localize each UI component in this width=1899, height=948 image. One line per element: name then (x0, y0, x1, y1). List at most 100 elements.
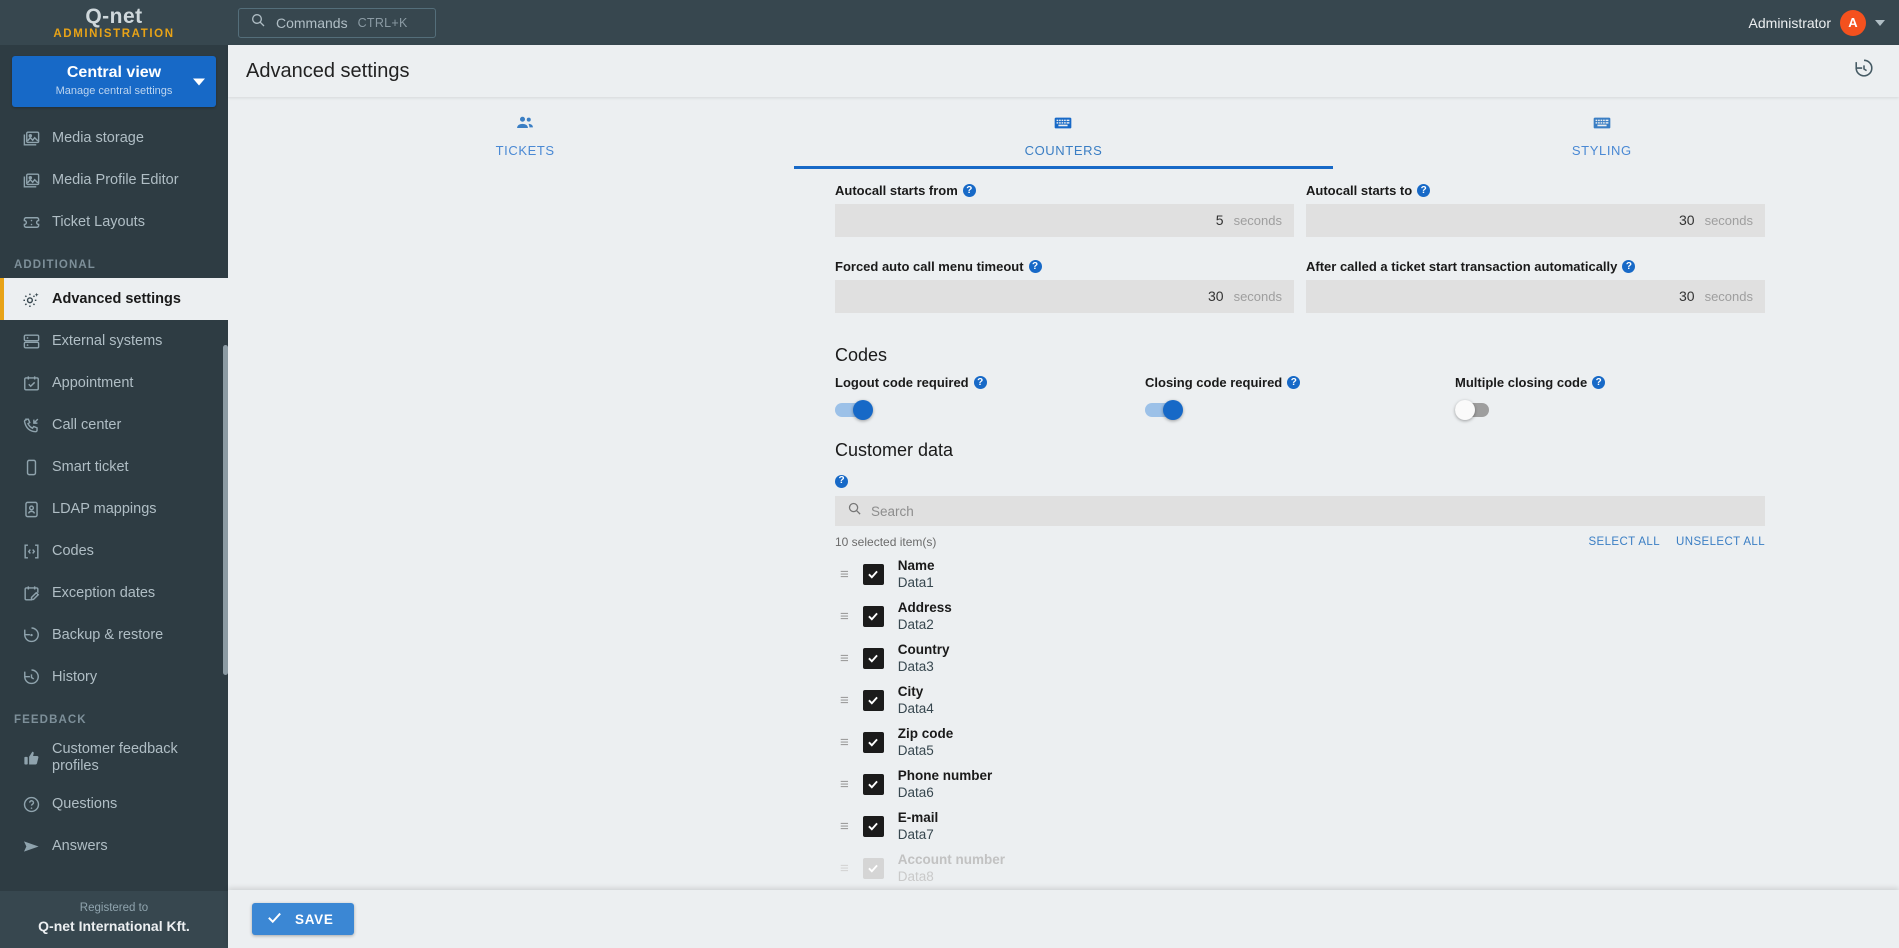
list-item[interactable]: ≡ Name Data1 (835, 553, 1765, 595)
sidebar-item-exception-dates[interactable]: Exception dates (0, 572, 228, 614)
multiple-closing-code-toggle[interactable] (1455, 400, 1499, 420)
field-autocall-starts-to: Autocall starts to ? 30 seconds (1306, 183, 1765, 237)
list-item-texts: Name Data1 (898, 557, 935, 591)
input-unit: seconds (1233, 288, 1282, 304)
drag-handle-icon[interactable]: ≡ (840, 693, 849, 708)
after-called-start-transaction-input[interactable]: 30 seconds (1306, 280, 1765, 313)
search-icon (847, 501, 862, 521)
sidebar-item-codes[interactable]: Codes (0, 530, 228, 572)
help-icon[interactable]: ? (1592, 376, 1606, 389)
sidebar-item-smart-ticket[interactable]: Smart ticket (0, 446, 228, 488)
help-icon[interactable]: ? (962, 184, 976, 197)
list-item[interactable]: ≡ Address Data2 (835, 595, 1765, 637)
calendar-check-icon (22, 372, 52, 394)
toggle-knob (1163, 400, 1183, 420)
history-clock-icon (22, 666, 52, 688)
drag-handle-icon[interactable]: ≡ (840, 861, 849, 876)
item-checkbox[interactable] (862, 563, 884, 585)
drag-handle-icon[interactable]: ≡ (840, 735, 849, 750)
sidebar-item-label: Media Profile Editor (52, 171, 179, 188)
commands-label: Commands (276, 14, 348, 31)
item-checkbox[interactable] (862, 605, 884, 627)
sidebar-item-backup-restore[interactable]: Backup & restore (0, 614, 228, 656)
field-label-text: Forced auto call menu timeout (835, 259, 1024, 274)
sidebar-item-answers[interactable]: Answers (0, 825, 228, 867)
sidebar-item-questions[interactable]: Questions (0, 783, 228, 825)
toggle-knob (853, 400, 873, 420)
list-item-name: City (897, 684, 924, 699)
drag-handle-icon[interactable]: ≡ (840, 777, 849, 792)
mobile-icon (22, 456, 52, 478)
list-item[interactable]: ≡ Country Data3 (835, 637, 1765, 679)
sidebar-item-ldap-mappings[interactable]: LDAP mappings (0, 488, 228, 530)
forced-auto-call-menu-timeout-input[interactable]: 30 seconds (835, 280, 1294, 313)
customer-data-search-input[interactable]: Search (835, 496, 1765, 526)
closing-code-required-toggle[interactable] (1145, 400, 1189, 420)
unselect-all-button[interactable]: UNSELECT ALL (1676, 536, 1765, 548)
sidebar-item-external-systems[interactable]: External systems (0, 320, 228, 362)
image-folder-icon (22, 169, 52, 191)
sidebar-item-customer-feedback-profiles[interactable]: Customer feedback profiles (0, 733, 228, 783)
select-all-button[interactable]: SELECT ALL (1588, 536, 1660, 548)
user-menu[interactable]: Administrator A (1749, 9, 1885, 36)
item-checkbox[interactable] (862, 647, 884, 669)
help-icon[interactable]: ? (973, 376, 987, 389)
item-checkbox[interactable] (862, 815, 884, 837)
sidebar-item-call-center[interactable]: Call center (0, 404, 228, 446)
sidebar-item-label: Call center (52, 416, 122, 433)
codes-section-title: Codes (835, 345, 888, 365)
registered-to-label: Registered to (79, 902, 149, 914)
autocall-starts-from-input[interactable]: 5 seconds (835, 204, 1294, 237)
list-item-texts: Phone number Data6 (898, 767, 993, 801)
item-checkbox[interactable] (862, 731, 884, 753)
help-icon[interactable]: ? (1622, 260, 1636, 273)
list-item[interactable]: ≡ Account number Data8 (835, 847, 1765, 889)
list-item-texts: City Data4 (898, 683, 934, 717)
central-view-switcher[interactable]: Central view Manage central settings (12, 56, 216, 107)
item-checkbox[interactable] (862, 857, 884, 879)
commands-shortcut: CTRL+K (357, 15, 408, 30)
code-brackets-icon (22, 540, 52, 562)
sidebar-item-history[interactable]: History (0, 656, 228, 698)
input-value: 5 (1215, 212, 1224, 228)
check-icon (266, 909, 283, 929)
tab-tickets[interactable]: TICKETS (256, 99, 794, 169)
list-item[interactable]: ≡ City Data4 (835, 679, 1765, 721)
toggle-group-closing-code: Closing code required ? (1145, 375, 1455, 420)
send-icon (22, 835, 52, 857)
app-logo-subtitle: ADMINISTRATION (53, 27, 175, 40)
logout-code-required-toggle[interactable] (835, 400, 879, 420)
tab-styling[interactable]: STYLING (1333, 99, 1871, 169)
sidebar-item-media-storage[interactable]: Media storage (0, 117, 228, 159)
save-button[interactable]: SAVE (252, 903, 354, 935)
commands-search-button[interactable]: Commands CTRL+K (238, 7, 436, 38)
help-icon[interactable]: ? (1028, 260, 1042, 273)
autocall-starts-to-input[interactable]: 30 seconds (1306, 204, 1765, 237)
help-icon[interactable]: ? (1287, 376, 1301, 389)
item-checkbox[interactable] (862, 689, 884, 711)
list-item-key: Data2 (897, 617, 934, 632)
list-item[interactable]: ≡ Zip code Data5 (835, 721, 1765, 763)
list-item[interactable]: ≡ E-mail Data7 (835, 805, 1765, 847)
page-history-button[interactable] (1853, 58, 1875, 85)
sidebar-item-appointment[interactable]: Appointment (0, 362, 228, 404)
tab-counters[interactable]: COUNTERS (794, 99, 1333, 169)
item-checkbox[interactable] (862, 773, 884, 795)
input-unit: seconds (1704, 212, 1753, 228)
help-icon[interactable]: ? (835, 474, 848, 488)
search-icon (250, 12, 266, 33)
list-item-key: Data1 (897, 575, 934, 590)
toggle-knob (1455, 400, 1475, 420)
drag-handle-icon[interactable]: ≡ (840, 819, 849, 834)
sidebar-item-advanced-settings[interactable]: Advanced settings (0, 278, 228, 320)
sidebar-item-ticket-layouts[interactable]: Ticket Layouts (0, 201, 228, 243)
counters-form: Autocall starts from ? 5 seconds Autocal… (228, 169, 1899, 931)
sidebar-item-label: Answers (52, 837, 108, 854)
list-item-name: Zip code (897, 726, 954, 741)
drag-handle-icon[interactable]: ≡ (840, 609, 849, 624)
drag-handle-icon[interactable]: ≡ (840, 651, 849, 666)
drag-handle-icon[interactable]: ≡ (840, 567, 849, 582)
list-item[interactable]: ≡ Phone number Data6 (835, 763, 1765, 805)
sidebar-item-media-profile-editor[interactable]: Media Profile Editor (0, 159, 228, 201)
help-icon[interactable]: ? (1417, 184, 1431, 197)
